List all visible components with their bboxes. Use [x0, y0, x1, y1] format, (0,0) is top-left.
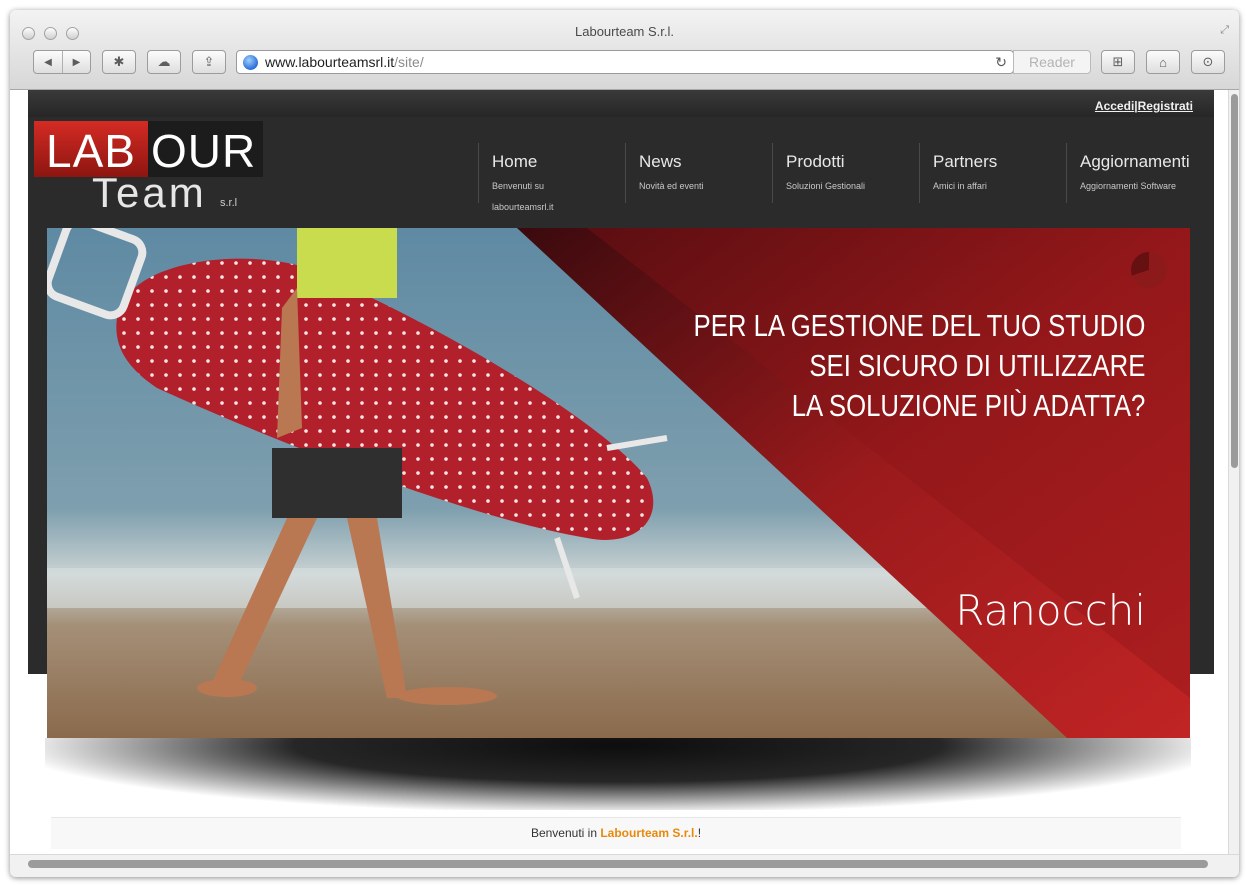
banner-shadow — [45, 738, 1191, 810]
icloud-button[interactable]: ☁ — [147, 50, 181, 74]
history-icon: ✱ — [113, 54, 125, 69]
hero-headline: PER LA GESTIONE DEL TUO STUDIO SEI SICUR… — [693, 306, 1145, 426]
download-icon: ⊙ — [1202, 54, 1214, 69]
auth-links: Accedi|Registrati — [1095, 99, 1193, 113]
globe-icon — [243, 54, 258, 70]
share-button[interactable]: ⇪ — [192, 50, 226, 74]
nav-item-partners[interactable]: Partners Amici in affari — [919, 143, 1066, 203]
top-strip — [28, 90, 1214, 117]
hero-banner[interactable]: PER LA GESTIONE DEL TUO STUDIO SEI SICUR… — [47, 228, 1190, 738]
window-title: Labourteam S.r.l. — [575, 24, 674, 39]
nav-label: Prodotti — [786, 152, 845, 171]
main-nav: Home Benvenuti su labourteamsrl.it News … — [478, 143, 1206, 212]
welcome-brand[interactable]: Labourteam S.r.l. — [600, 826, 697, 840]
nav-subtitle: Benvenuti su labourteamsrl.it — [492, 181, 554, 212]
nav-label: News — [639, 152, 682, 171]
home-icon: ⌂ — [1159, 54, 1167, 70]
ranocchi-logo: Ranocchi — [955, 586, 1146, 635]
welcome-prefix: Benvenuti in — [530, 826, 601, 840]
hero-line-1: PER LA GESTIONE DEL TUO STUDIO — [693, 308, 1145, 343]
register-link[interactable]: Registrati — [1138, 99, 1193, 113]
add-bookmark-button[interactable]: ⊞ — [1101, 50, 1135, 74]
nav-item-prodotti[interactable]: Prodotti Soluzioni Gestionali — [772, 143, 919, 203]
url-path: /site/ — [394, 54, 424, 70]
fullscreen-icon[interactable]: ⤢ — [1220, 24, 1229, 37]
cloud-icon: ☁ — [157, 54, 171, 69]
hero-line-2: SEI SICURO DI UTILIZZARE — [809, 348, 1145, 383]
logo-text-our: OUR — [151, 125, 257, 177]
back-forward-buttons: ◀ ▶ — [33, 50, 91, 74]
nav-label: Home — [492, 152, 538, 171]
logo-text-lab: LAB — [46, 125, 136, 177]
reload-icon[interactable]: ↻ — [995, 54, 1007, 71]
welcome-suffix: ! — [697, 826, 702, 840]
nav-label: Partners — [933, 152, 998, 171]
vertical-scrollbar[interactable] — [1228, 90, 1239, 854]
back-button[interactable]: ◀ — [34, 51, 62, 73]
history-button[interactable]: ✱ — [102, 50, 136, 74]
vertical-scroll-thumb[interactable] — [1231, 94, 1238, 468]
site-logo[interactable]: LAB OUR Team s.r.l — [34, 117, 263, 217]
login-link[interactable]: Accedi — [1095, 99, 1134, 113]
share-icon: ⇪ — [203, 54, 215, 69]
nav-subtitle: Amici in affari — [933, 181, 987, 191]
downloads-button[interactable]: ⊙ — [1191, 50, 1225, 74]
hero-banner-image — [47, 228, 1190, 738]
hero-line-3: LA SOLUZIONE PIÙ ADATTA? — [791, 388, 1145, 423]
url-host: www.labourteamsrl.it — [265, 54, 395, 70]
logo-text-team: Team — [92, 169, 207, 216]
nav-subtitle: Aggiornamenti Software — [1080, 181, 1177, 191]
horizontal-scroll-thumb[interactable] — [28, 860, 1208, 868]
home-button[interactable]: ⌂ — [1146, 50, 1180, 74]
logo-text-srl: s.r.l — [220, 197, 238, 209]
page-viewport: Accedi|Registrati LAB OUR Team s.r.l Hom… — [10, 90, 1228, 854]
nav-item-news[interactable]: News Novità ed eventi — [625, 143, 772, 203]
welcome-bar: Benvenuti in Labourteam S.r.l.! — [51, 817, 1181, 849]
nav-label: Aggiornamenti — [1080, 152, 1190, 171]
slideshow-pie-icon — [1131, 252, 1167, 288]
nav-subtitle: Novità ed eventi — [639, 181, 704, 191]
address-bar[interactable]: www.labourteamsrl.it/site/ ↻ — [236, 50, 1014, 74]
add-bookmark-icon: ⊞ — [1112, 54, 1124, 69]
nav-item-aggiornamenti[interactable]: Aggiornamenti Aggiornamenti Software — [1066, 143, 1206, 203]
nav-item-home[interactable]: Home Benvenuti su labourteamsrl.it — [478, 143, 625, 212]
browser-window: Labourteam S.r.l. ⤢ ◀ ▶ ✱ ☁ ⇪ www.labour… — [10, 10, 1239, 877]
horizontal-scrollbar[interactable] — [10, 854, 1239, 877]
nav-subtitle: Soluzioni Gestionali — [786, 181, 866, 191]
reader-button[interactable]: Reader — [1013, 50, 1091, 74]
forward-button[interactable]: ▶ — [62, 51, 90, 73]
browser-titlebar: Labourteam S.r.l. ⤢ ◀ ▶ ✱ ☁ ⇪ www.labour… — [10, 10, 1239, 90]
